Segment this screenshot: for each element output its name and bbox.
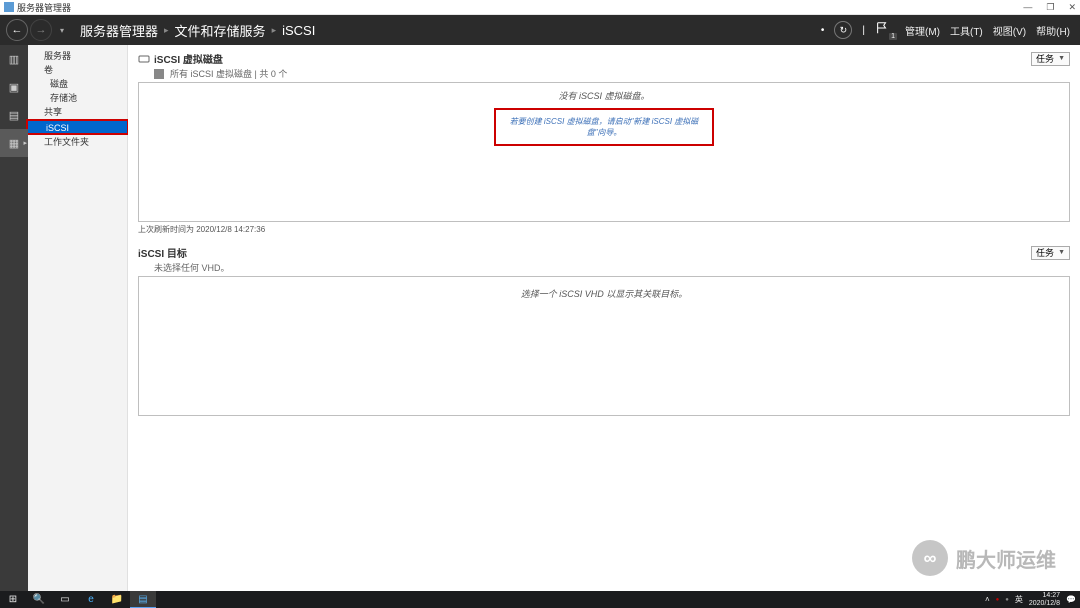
app-icon <box>4 2 14 12</box>
hint-link[interactable]: 若要创建 iSCSI 虚拟磁盘，请启动"新建 iSCSI 虚拟磁盘"向导。 <box>494 108 714 146</box>
category-sidebar: 服务器 卷 磁盘 存储池 共享 iSCSI 工作文件夹 <box>28 45 128 591</box>
content-area: iSCSI 虚拟磁盘 任务 ▼ 所有 iSCSI 虚拟磁盘 | 共 0 个 没有… <box>128 45 1080 591</box>
bullet-icon: • <box>821 25 825 36</box>
close-button[interactable]: ✕ <box>1068 2 1076 13</box>
start-button[interactable]: ⊞ <box>0 591 26 608</box>
breadcrumb-sep: ▸ <box>164 25 169 36</box>
taskbar-taskview[interactable]: ▭ <box>52 591 78 608</box>
empty-message: 选择一个 iSCSI VHD 以显示其关联目标。 <box>521 287 688 300</box>
tasks-dropdown[interactable]: 任务 ▼ <box>1031 52 1070 66</box>
empty-message: 没有 iSCSI 虚拟磁盘。 <box>558 89 649 102</box>
panel-subtitle: 未选择任何 VHD。 <box>154 261 230 274</box>
nav-back-button[interactable]: ← <box>6 19 28 41</box>
rail-all[interactable]: ▤ <box>0 101 28 129</box>
tasks-dropdown[interactable]: 任务 ▼ <box>1031 246 1070 260</box>
tray-notification-icon[interactable]: 💬 <box>1066 595 1076 604</box>
panel-title: iSCSI 虚拟磁盘 <box>154 51 223 66</box>
menu-help[interactable]: 帮助(H) <box>1036 23 1070 38</box>
sidebar-item-shares[interactable]: 共享 <box>28 105 127 119</box>
navbar: ← → ▾ 服务器管理器 ▸ 文件和存储服务 ▸ iSCSI • ↻ | 1 管… <box>0 15 1080 45</box>
panel-subtitle: 所有 iSCSI 虚拟磁盘 | 共 0 个 <box>170 67 287 80</box>
panel-icon <box>138 53 150 65</box>
rail-arrow-icon: ▸ <box>23 139 27 147</box>
chevron-down-icon: ▼ <box>1058 249 1065 256</box>
taskbar-servermgr[interactable]: ▤ <box>130 591 156 608</box>
breadcrumb: 服务器管理器 ▸ 文件和存储服务 ▸ iSCSI <box>80 21 821 40</box>
menu-manage[interactable]: 管理(M) <box>905 23 940 38</box>
sidebar-item-servers[interactable]: 服务器 <box>28 49 127 63</box>
taskbar-explorer[interactable]: 📁 <box>104 591 130 608</box>
nav-pipe: | <box>862 25 865 36</box>
sidebar-item-workfolders[interactable]: 工作文件夹 <box>28 135 127 149</box>
panel-title: iSCSI 目标 <box>138 245 187 260</box>
panel-iscsi-targets: iSCSI 目标 任务 ▼ 未选择任何 VHD。 选择一个 iSCSI VHD … <box>138 245 1070 416</box>
nav-forward-button[interactable]: → <box>30 19 52 41</box>
tray-dot[interactable]: ● <box>1005 597 1009 603</box>
menu-view[interactable]: 视图(V) <box>993 23 1026 38</box>
rail-file-storage[interactable]: ▦ ▸ <box>0 129 28 157</box>
panel-body: 没有 iSCSI 虚拟磁盘。 若要创建 iSCSI 虚拟磁盘，请启动"新建 iS… <box>138 82 1070 222</box>
notification-flag[interactable]: 1 <box>875 21 895 39</box>
sidebar-item-volumes[interactable]: 卷 <box>28 63 127 77</box>
sidebar-item-disks[interactable]: 磁盘 <box>28 77 127 91</box>
sidebar-item-storage-pools[interactable]: 存储池 <box>28 91 127 105</box>
tray-up-icon[interactable]: ˄ <box>985 595 990 604</box>
tray-dot[interactable]: ● <box>996 597 1000 603</box>
taskbar-search[interactable]: 🔍 <box>26 591 52 608</box>
sidebar-item-iscsi[interactable]: iSCSI <box>26 119 129 135</box>
taskbar-ie[interactable]: e <box>78 591 104 608</box>
window-title: 服务器管理器 <box>17 1 1023 14</box>
panel-body: 选择一个 iSCSI VHD 以显示其关联目标。 <box>138 276 1070 416</box>
tray-clock[interactable]: 14:27 2020/12/8 <box>1029 592 1060 608</box>
rail-local[interactable]: ▣ <box>0 73 28 101</box>
breadcrumb-item[interactable]: 服务器管理器 <box>80 21 158 40</box>
rail-sidebar: ▥ ▣ ▤ ▦ ▸ <box>0 45 28 591</box>
system-tray: ˄ ● ● 英 14:27 2020/12/8 💬 <box>985 592 1080 608</box>
panel-iscsi-vdisks: iSCSI 虚拟磁盘 任务 ▼ 所有 iSCSI 虚拟磁盘 | 共 0 个 没有… <box>138 51 1070 237</box>
menu-tools[interactable]: 工具(T) <box>950 23 983 38</box>
maximize-button[interactable]: ❐ <box>1046 2 1054 13</box>
chevron-down-icon: ▼ <box>1058 55 1065 62</box>
taskbar: ⊞ 🔍 ▭ e 📁 ▤ ˄ ● ● 英 14:27 2020/12/8 💬 <box>0 591 1080 608</box>
refresh-button[interactable]: ↻ <box>834 21 852 39</box>
panel-sub-icon <box>154 69 164 79</box>
rail-dashboard[interactable]: ▥ <box>0 45 28 73</box>
window-titlebar: 服务器管理器 — ❐ ✕ <box>0 0 1080 15</box>
panel-footer-note: 上次刷新时间为 2020/12/8 14:27:36 <box>138 222 1070 237</box>
nav-dropdown[interactable]: ▾ <box>54 19 70 41</box>
minimize-button[interactable]: — <box>1023 2 1032 13</box>
tray-ime[interactable]: 英 <box>1015 594 1023 605</box>
breadcrumb-item[interactable]: iSCSI <box>282 23 315 38</box>
breadcrumb-item[interactable]: 文件和存储服务 <box>175 21 266 40</box>
breadcrumb-sep: ▸ <box>272 25 277 36</box>
